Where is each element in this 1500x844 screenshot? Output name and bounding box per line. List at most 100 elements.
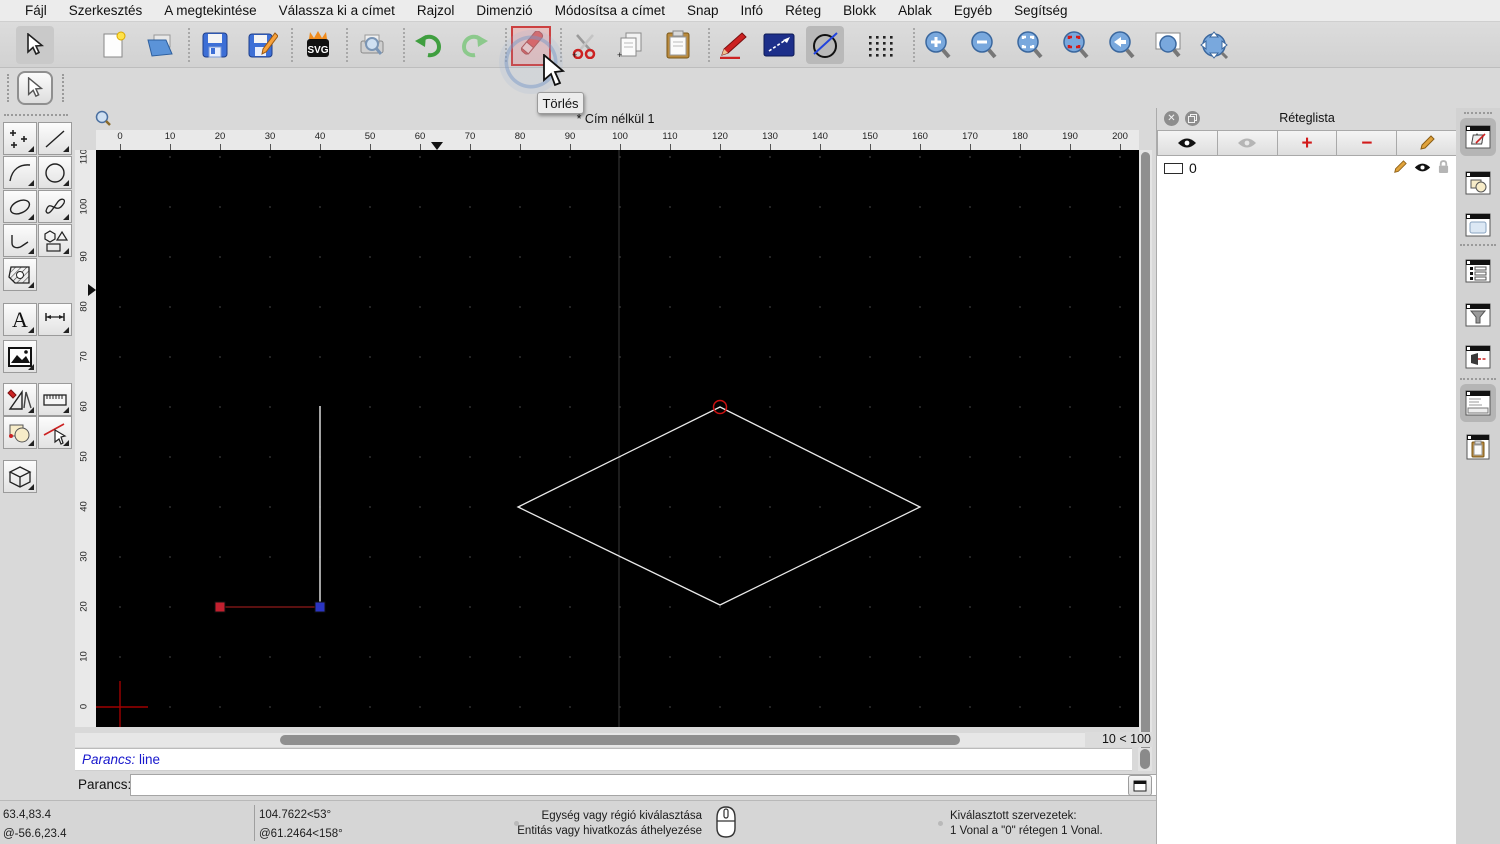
polygon-tool-button[interactable] — [38, 224, 72, 257]
v-ruler-label: 20 — [78, 601, 90, 612]
arc-tool-button[interactable] — [3, 156, 37, 189]
zoom-auto-button[interactable] — [1011, 26, 1049, 64]
menu-item-13[interactable]: Segítség — [1003, 3, 1078, 18]
menu-item-1[interactable]: Szerkesztés — [58, 3, 154, 18]
dimension-tool-button[interactable] — [38, 303, 72, 336]
save-button[interactable] — [196, 26, 234, 64]
undo-button[interactable] — [409, 26, 447, 64]
hatch-icon — [8, 265, 30, 284]
menu-item-6[interactable]: Módosítsa a címet — [544, 3, 676, 18]
save-as-button[interactable] — [244, 26, 282, 64]
select-tool-button[interactable] — [16, 26, 54, 64]
image-icon — [8, 346, 32, 367]
zoom-pan-button[interactable] — [1195, 26, 1233, 64]
grid-toggle-button[interactable] — [861, 26, 899, 64]
toolbar-separator — [188, 28, 190, 62]
copy-button[interactable]: + — [612, 26, 650, 64]
line-tool-palette-button[interactable] — [38, 122, 72, 155]
dock-layer-list-button[interactable] — [1460, 118, 1496, 156]
selection-status-title: Kiválasztott szervezetek: — [950, 810, 1077, 822]
dock-command-widget-button[interactable] — [1460, 384, 1496, 422]
select-entity-tool-button[interactable] — [38, 416, 72, 449]
redo-icon — [461, 34, 488, 58]
menu-item-8[interactable]: Infó — [730, 3, 775, 18]
dock-library-button[interactable] — [1460, 206, 1496, 244]
hscrollbar-thumb[interactable] — [280, 735, 960, 745]
text-tool-button[interactable]: A — [3, 303, 37, 336]
vscrollbar-thumb[interactable] — [1141, 152, 1150, 766]
dock-filter-button[interactable] — [1460, 296, 1496, 334]
menu-item-2[interactable]: A megtekintése — [153, 3, 267, 18]
dock-entity-list-button[interactable] — [1460, 252, 1496, 290]
menu-item-0[interactable]: Fájl — [14, 3, 58, 18]
layer-row[interactable]: 0 — [1157, 158, 1457, 180]
h-ruler-label: 0 — [117, 131, 123, 142]
dock-handle[interactable] — [1464, 112, 1492, 116]
points-tool-button[interactable] — [3, 122, 37, 155]
order-tool-button[interactable] — [3, 416, 37, 449]
command-history-scrollbar[interactable] — [1138, 748, 1152, 771]
layer-edit-pencil-icon[interactable] — [1393, 160, 1407, 174]
edit-layer-button[interactable] — [1396, 130, 1457, 156]
modify-tool-button[interactable] — [3, 383, 37, 416]
image-tool-button[interactable] — [3, 340, 37, 373]
circle-tool-button[interactable] — [38, 156, 72, 189]
palette-select-button[interactable] — [17, 71, 53, 105]
zoom-out-button[interactable] — [965, 26, 1003, 64]
open-folder-icon — [147, 34, 173, 57]
measure-tool-button[interactable] — [38, 383, 72, 416]
spline-tool-button[interactable] — [38, 190, 72, 223]
zoom-redraw-button[interactable] — [1057, 26, 1095, 64]
canvas-vscrollbar[interactable] — [1139, 150, 1152, 770]
zoom-in-button[interactable] — [919, 26, 957, 64]
paste-button[interactable] — [659, 26, 697, 64]
menu-item-11[interactable]: Ablak — [887, 3, 943, 18]
menu-item-5[interactable]: Dimenzió — [465, 3, 543, 18]
dock-dimension-button[interactable] — [1460, 338, 1496, 376]
cut-button[interactable]: + — [565, 26, 603, 64]
polyline-tool-button[interactable] — [3, 224, 37, 257]
ellipse-tool-button[interactable] — [3, 190, 37, 223]
layer-panel-header: ✕ Réteglista — [1157, 108, 1457, 130]
hatch-tool-button[interactable] — [3, 258, 37, 291]
command-history-thumb[interactable] — [1140, 749, 1150, 769]
layer-lock-icon[interactable] — [1438, 160, 1449, 174]
zoom-out-icon — [971, 31, 997, 59]
menu-item-7[interactable]: Snap — [676, 3, 730, 18]
remove-layer-button[interactable]: − — [1336, 130, 1397, 156]
dock-block-list-button[interactable] — [1460, 164, 1496, 202]
redo-button[interactable] — [456, 26, 494, 64]
menu-item-3[interactable]: Válassza ki a címet — [268, 3, 406, 18]
dock-clipboard-button[interactable] — [1460, 428, 1496, 466]
circle-line-tool-button[interactable] — [806, 26, 844, 64]
toolbar-handle[interactable] — [62, 74, 66, 102]
drawing-canvas[interactable] — [94, 150, 1139, 733]
hide-all-layers-button[interactable] — [1216, 130, 1277, 156]
menu-item-9[interactable]: Réteg — [774, 3, 832, 18]
filter-window-icon — [1465, 303, 1491, 327]
print-preview-button[interactable] — [354, 26, 392, 64]
svg-export-button[interactable]: SVG — [299, 26, 337, 64]
show-all-layers-button[interactable] — [1157, 130, 1217, 156]
v-ruler-label: 50 — [78, 451, 90, 462]
menu-item-12[interactable]: Egyéb — [943, 3, 1003, 18]
canvas-hscrollbar[interactable] — [75, 733, 1085, 747]
solid-3d-tool-button[interactable] — [3, 460, 37, 493]
new-document-button[interactable] — [95, 26, 133, 64]
palette-handle[interactable] — [4, 114, 68, 118]
layer-color-swatch[interactable] — [1164, 163, 1183, 174]
open-file-button[interactable] — [142, 26, 180, 64]
pen-edit-button[interactable] — [714, 26, 752, 64]
h-ruler: 0 10 20 30 40 50 60 70 80 90 100 110 120 130 140 150 160… — [96, 130, 1139, 150]
v-ruler-label: 10 — [78, 651, 90, 662]
menu-item-4[interactable]: Rajzol — [406, 3, 466, 18]
command-input[interactable] — [130, 774, 1177, 796]
add-layer-button[interactable]: + — [1276, 130, 1337, 156]
command-detach-button[interactable] — [1128, 775, 1152, 796]
zoom-window-button[interactable] — [1149, 26, 1187, 64]
toolbar-handle[interactable] — [7, 74, 11, 102]
layer-visibility-eye-icon[interactable] — [1414, 162, 1431, 173]
menu-item-10[interactable]: Blokk — [832, 3, 887, 18]
zoom-previous-button[interactable] — [1103, 26, 1141, 64]
line-tool-button[interactable] — [760, 26, 798, 64]
